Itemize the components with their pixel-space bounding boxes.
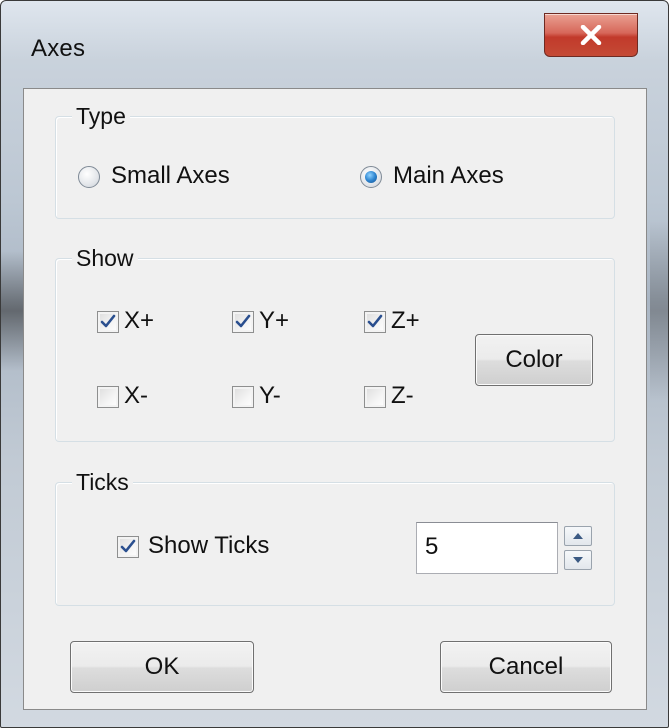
checkmark-icon [367,314,383,328]
y-plus-checkbox[interactable] [232,311,254,333]
spin-down-button[interactable] [564,550,592,570]
window-title: Axes [31,35,86,62]
arrow-down-icon [573,557,583,563]
show-ticks-checkbox[interactable] [117,536,139,558]
main-axes-label[interactable]: Main Axes [393,161,504,191]
y-minus-label[interactable]: Y- [259,381,281,411]
show-group-label: Show [72,243,138,273]
close-button[interactable] [544,13,638,57]
ok-button[interactable]: OK [70,641,254,693]
dialog-body: Type Small Axes Main Axes Show X+ Y+ Z+ … [23,88,647,710]
arrow-up-icon [573,533,583,539]
dialog-window: Axes Type Small Axes Main Axes Show X+ Y… [0,0,669,728]
x-plus-checkbox[interactable] [97,311,119,333]
z-plus-label[interactable]: Z+ [391,306,420,336]
cancel-button[interactable]: Cancel [440,641,612,693]
show-ticks-label[interactable]: Show Ticks [148,531,269,561]
checkmark-icon [100,314,116,328]
ticks-group-label: Ticks [72,467,133,497]
y-plus-label[interactable]: Y+ [259,306,289,336]
main-axes-radio[interactable] [360,166,382,188]
z-minus-label[interactable]: Z- [391,381,414,411]
small-axes-label[interactable]: Small Axes [111,161,230,191]
ticks-count-input[interactable]: 5 [416,522,558,574]
checkmark-icon [235,314,251,328]
y-minus-checkbox[interactable] [232,386,254,408]
checkmark-icon [120,539,136,553]
z-plus-checkbox[interactable] [364,311,386,333]
type-group-label: Type [72,101,130,131]
color-button[interactable]: Color [475,334,593,386]
spin-up-button[interactable] [564,526,592,546]
x-minus-checkbox[interactable] [97,386,119,408]
x-plus-label[interactable]: X+ [124,306,154,336]
x-minus-label[interactable]: X- [124,381,148,411]
small-axes-radio[interactable] [78,166,100,188]
close-icon [580,25,602,45]
z-minus-checkbox[interactable] [364,386,386,408]
